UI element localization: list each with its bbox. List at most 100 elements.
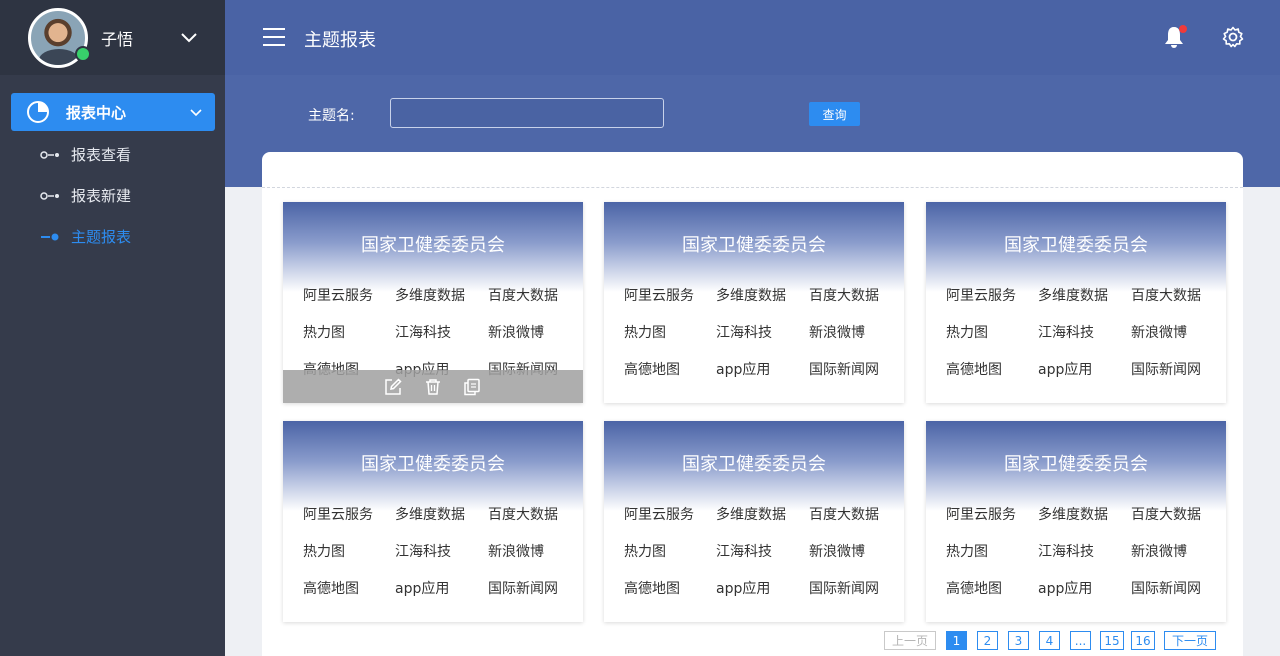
sidebar-subitem-report-view[interactable]: 报表查看 bbox=[40, 144, 131, 165]
sidebar-subitem-report-new[interactable]: 报表新建 bbox=[40, 185, 131, 206]
page-button[interactable]: 4 bbox=[1039, 631, 1060, 650]
sidebar-subitem-label: 报表查看 bbox=[71, 146, 132, 164]
user-panel: 子悟 bbox=[0, 0, 225, 75]
card-tag[interactable]: 新浪微博 bbox=[488, 322, 544, 342]
online-status-dot bbox=[75, 46, 91, 62]
bullet-icon bbox=[41, 233, 59, 240]
card-tag[interactable]: 江海科技 bbox=[716, 322, 772, 342]
card-tag[interactable]: 江海科技 bbox=[1038, 541, 1094, 561]
card-tag[interactable]: 高德地图 bbox=[624, 578, 680, 598]
card-tag[interactable]: 百度大数据 bbox=[488, 504, 558, 524]
report-card[interactable]: 国家卫健委委员会 阿里云服务 多维度数据 百度大数据 热力图 江海科技 新浪微博… bbox=[604, 421, 904, 622]
card-tag[interactable]: 多维度数据 bbox=[395, 504, 465, 524]
card-tag[interactable]: 多维度数据 bbox=[395, 285, 465, 305]
card-tag[interactable]: 高德地图 bbox=[946, 578, 1002, 598]
card-tag[interactable]: 阿里云服务 bbox=[624, 504, 694, 524]
card-tag[interactable]: 百度大数据 bbox=[488, 285, 558, 305]
card-tag[interactable]: app应用 bbox=[1038, 359, 1092, 379]
card-tag[interactable]: 百度大数据 bbox=[1131, 285, 1201, 305]
sidebar-subitem-label: 报表新建 bbox=[71, 187, 132, 205]
page-button[interactable]: 15 bbox=[1100, 631, 1124, 650]
page-title: 主题报表 bbox=[304, 30, 376, 51]
sidebar-item-label: 报表中心 bbox=[66, 103, 127, 122]
prev-page-button[interactable]: 上一页 bbox=[884, 631, 936, 650]
bullet-icon bbox=[40, 150, 59, 159]
bullet-icon bbox=[40, 191, 59, 200]
copy-icon[interactable] bbox=[463, 378, 481, 396]
card-tag[interactable]: 新浪微博 bbox=[488, 541, 544, 561]
card-title: 国家卫健委委员会 bbox=[361, 454, 505, 475]
edit-icon[interactable] bbox=[384, 378, 402, 396]
pie-chart-icon bbox=[27, 101, 49, 123]
sidebar-subitem-theme-report[interactable]: 主题报表 bbox=[40, 226, 131, 247]
card-title: 国家卫健委委员会 bbox=[1004, 235, 1148, 256]
card-tag[interactable]: 阿里云服务 bbox=[303, 285, 373, 305]
page-button-current[interactable]: 1 bbox=[946, 631, 967, 650]
card-tag[interactable]: 新浪微博 bbox=[1131, 541, 1187, 561]
report-card[interactable]: 国家卫健委委员会 阿里云服务 多维度数据 百度大数据 热力图 江海科技 新浪微博… bbox=[926, 202, 1226, 403]
theme-name-input[interactable] bbox=[390, 98, 664, 128]
card-tag[interactable]: app应用 bbox=[395, 578, 449, 598]
card-tag[interactable]: 新浪微博 bbox=[809, 541, 865, 561]
card-tag[interactable]: 国际新闻网 bbox=[1131, 359, 1201, 379]
card-title: 国家卫健委委员会 bbox=[1004, 454, 1148, 475]
card-tag[interactable]: 国际新闻网 bbox=[1131, 578, 1201, 598]
card-tag[interactable]: 热力图 bbox=[624, 322, 666, 342]
card-tag[interactable]: 阿里云服务 bbox=[946, 285, 1016, 305]
search-label: 主题名: bbox=[308, 108, 355, 124]
user-chevron-icon[interactable] bbox=[180, 28, 198, 46]
card-title: 国家卫健委委员会 bbox=[361, 235, 505, 256]
page-button[interactable]: 3 bbox=[1008, 631, 1029, 650]
sidebar-subitem-label: 主题报表 bbox=[71, 228, 132, 246]
top-header: 主题报表 bbox=[225, 0, 1280, 75]
card-tag[interactable]: 热力图 bbox=[303, 541, 345, 561]
card-tag[interactable]: 江海科技 bbox=[716, 541, 772, 561]
card-tag[interactable]: 热力图 bbox=[946, 322, 988, 342]
card-tag[interactable]: 新浪微博 bbox=[809, 322, 865, 342]
card-tag[interactable]: 江海科技 bbox=[395, 322, 451, 342]
card-tag[interactable]: 热力图 bbox=[946, 541, 988, 561]
card-tag[interactable]: 热力图 bbox=[303, 322, 345, 342]
card-tag[interactable]: 多维度数据 bbox=[1038, 285, 1108, 305]
card-tag[interactable]: 阿里云服务 bbox=[946, 504, 1016, 524]
card-tag[interactable]: 阿里云服务 bbox=[303, 504, 373, 524]
report-card[interactable]: 国家卫健委委员会 阿里云服务 多维度数据 百度大数据 热力图 江海科技 新浪微博… bbox=[283, 421, 583, 622]
page-ellipsis: ... bbox=[1070, 631, 1091, 650]
page-button[interactable]: 2 bbox=[977, 631, 998, 650]
card-tag[interactable]: 江海科技 bbox=[395, 541, 451, 561]
card-tag[interactable]: 热力图 bbox=[624, 541, 666, 561]
card-tag[interactable]: 百度大数据 bbox=[809, 504, 879, 524]
report-card[interactable]: 国家卫健委委员会 阿里云服务 多维度数据 百度大数据 热力图 江海科技 新浪微博… bbox=[604, 202, 904, 403]
page-button[interactable]: 16 bbox=[1131, 631, 1155, 650]
next-page-button[interactable]: 下一页 bbox=[1164, 631, 1216, 650]
card-tag[interactable]: 国际新闻网 bbox=[809, 359, 879, 379]
notification-dot bbox=[1179, 25, 1187, 33]
card-tag[interactable]: app应用 bbox=[716, 359, 770, 379]
card-tag[interactable]: app应用 bbox=[1038, 578, 1092, 598]
card-tag[interactable]: 多维度数据 bbox=[716, 504, 786, 524]
report-card[interactable]: 国家卫健委委员会 阿里云服务 多维度数据 百度大数据 热力图 江海科技 新浪微博… bbox=[926, 421, 1226, 622]
card-tag[interactable]: 新浪微博 bbox=[1131, 322, 1187, 342]
card-tag[interactable]: 阿里云服务 bbox=[624, 285, 694, 305]
card-tag[interactable]: 高德地图 bbox=[624, 359, 680, 379]
card-tag[interactable]: 多维度数据 bbox=[716, 285, 786, 305]
sidebar-item-report-center[interactable]: 报表中心 bbox=[11, 93, 215, 131]
hamburger-icon[interactable] bbox=[263, 28, 285, 46]
report-card[interactable]: 国家卫健委委员会 阿里云服务 多维度数据 百度大数据 热力图 江海科技 新浪微博… bbox=[283, 202, 583, 403]
card-tag[interactable]: 江海科技 bbox=[1038, 322, 1094, 342]
card-tag[interactable]: 百度大数据 bbox=[1131, 504, 1201, 524]
card-tag[interactable]: 百度大数据 bbox=[809, 285, 879, 305]
card-tag[interactable]: 高德地图 bbox=[303, 578, 359, 598]
card-tag[interactable]: 国际新闻网 bbox=[488, 578, 558, 598]
card-tag[interactable]: 国际新闻网 bbox=[809, 578, 879, 598]
card-tag[interactable]: app应用 bbox=[716, 578, 770, 598]
username: 子悟 bbox=[101, 29, 134, 49]
panel-divider bbox=[262, 187, 1243, 188]
chevron-down-icon bbox=[190, 109, 202, 117]
card-tag[interactable]: 多维度数据 bbox=[1038, 504, 1108, 524]
query-button[interactable]: 查询 bbox=[809, 102, 860, 126]
card-title: 国家卫健委委员会 bbox=[682, 235, 826, 256]
card-tag[interactable]: 高德地图 bbox=[946, 359, 1002, 379]
trash-icon[interactable] bbox=[424, 378, 442, 396]
gear-icon[interactable] bbox=[1222, 26, 1244, 48]
